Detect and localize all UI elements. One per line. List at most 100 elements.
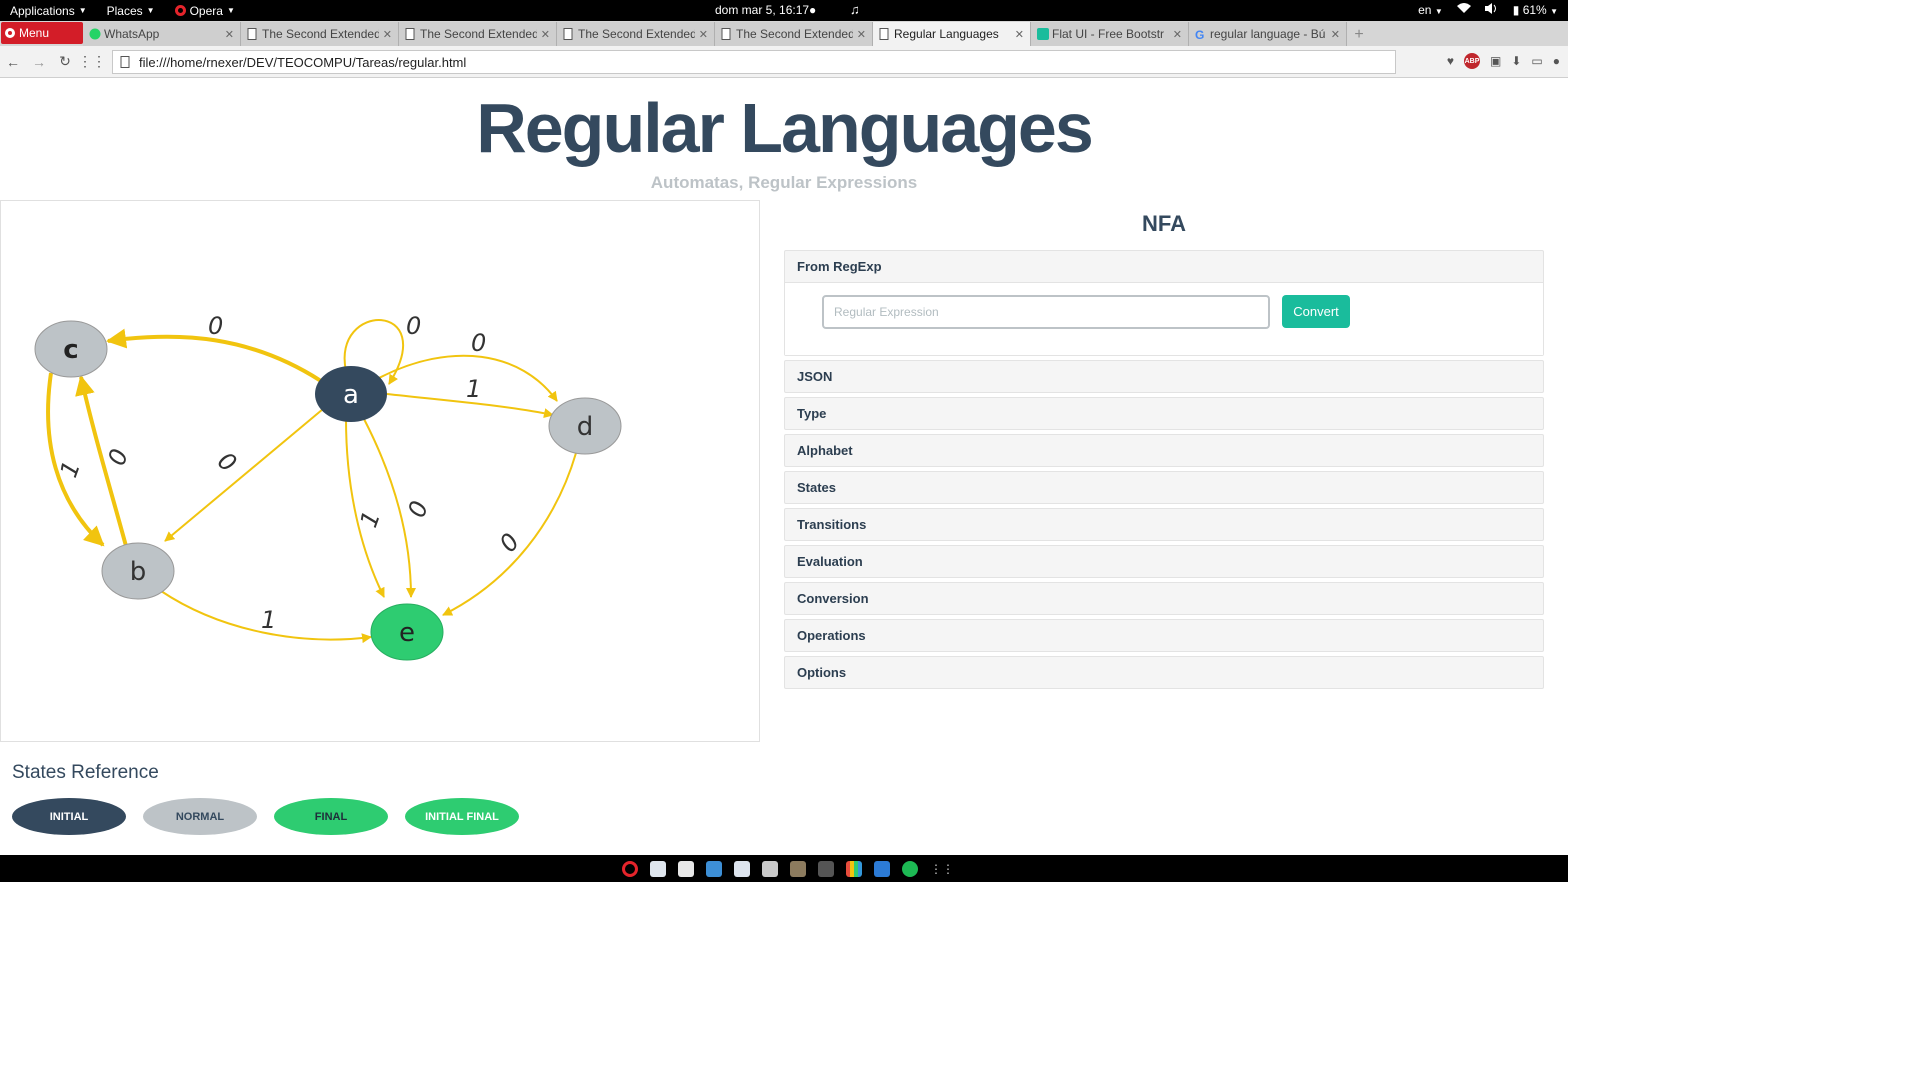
opera-icon[interactable] [622,860,638,877]
extension-icon[interactable]: ▣ [1490,54,1501,68]
edge-label-a-d-0: 0 [471,329,486,357]
page-info-icon[interactable] [120,56,130,71]
section-conversion: Conversion [784,582,1544,615]
tab-whatsapp[interactable]: WhatsApp ✕ [83,22,241,46]
archive-icon[interactable] [790,860,806,877]
nfa-accordion: From RegExp Convert JSON Type Alphabet S… [784,250,1544,693]
document-icon [247,28,258,40]
section-operations: Operations [784,619,1544,652]
tab-google-search[interactable]: G regular language - Bú ✕ [1189,22,1347,46]
tab-label: The Second Extended [736,27,853,41]
state-node-b[interactable]: b [101,542,175,600]
bottom-dock: ⋮⋮ [0,855,1568,882]
account-icon[interactable]: ● [1553,54,1560,68]
legend-initial-final: INITIAL FINAL [405,798,519,835]
edge-label-a-d-1: 1 [466,375,481,403]
section-header-evaluation[interactable]: Evaluation [785,546,1543,577]
close-icon[interactable]: ✕ [1331,28,1340,41]
upload-icon[interactable] [706,860,722,877]
opera-menu-button[interactable]: Menu [1,22,83,44]
wifi-icon[interactable] [1456,3,1471,17]
files-icon[interactable] [678,860,694,877]
section-header-from-regexp[interactable]: From RegExp [785,251,1543,282]
document-icon [405,28,416,40]
section-header-type[interactable]: Type [785,398,1543,429]
package-icon[interactable] [734,860,750,877]
tab-flat-ui[interactable]: Flat UI - Free Bootstr ✕ [1031,22,1189,46]
state-label-d: d [577,412,594,442]
app-grid-icon[interactable]: ⋮⋮ [930,861,954,877]
applications-menu[interactable]: Applications ▼ [0,4,97,18]
section-header-states[interactable]: States [785,472,1543,503]
document-icon [563,28,574,40]
section-type: Type [784,397,1544,430]
edge-a-c [106,328,323,383]
section-alphabet: Alphabet [784,434,1544,467]
speed-dial-icon[interactable]: ⋮⋮ [78,53,106,70]
section-from-regexp: From RegExp Convert [784,250,1544,356]
download-icon[interactable]: ⬇ [1511,54,1521,68]
tab-label: The Second Extended [420,27,537,41]
section-header-options[interactable]: Options [785,657,1543,688]
heart-icon[interactable]: ♥ [1447,54,1454,68]
battery-saver-icon[interactable]: ▭ [1531,54,1542,68]
close-icon[interactable]: ✕ [1173,28,1182,41]
section-header-conversion[interactable]: Conversion [785,583,1543,614]
flat-ui-icon [1037,28,1049,40]
page-subtitle: Automatas, Regular Expressions [650,173,918,192]
clock[interactable]: dom mar 5, 16:17● [715,3,816,17]
document-icon [879,28,890,40]
regex-input[interactable] [822,295,1270,329]
opera-app-menu[interactable]: Opera ▼ [165,4,245,18]
language-indicator[interactable]: en ▼ [1418,3,1443,17]
reload-icon[interactable]: ↻ [52,53,78,70]
tab-label: The Second Extended [262,27,379,41]
spotify-icon[interactable] [902,860,918,877]
chat-icon[interactable] [762,860,778,877]
forward-icon[interactable]: → [26,54,52,70]
state-node-d[interactable]: d [548,397,622,455]
tab-regular-languages[interactable]: Regular Languages ✕ [873,22,1031,46]
state-node-a[interactable]: a [315,366,387,422]
terminal-icon[interactable] [818,860,834,877]
close-icon[interactable]: ✕ [1015,28,1024,41]
opera-icon [174,5,186,16]
state-node-e[interactable]: e [370,603,444,661]
tab-ext2-3[interactable]: The Second Extended ✕ [557,22,715,46]
adblock-icon[interactable]: ABP [1464,53,1480,69]
tab-label: Flat UI - Free Bootstr [1052,27,1165,41]
section-header-operations[interactable]: Operations [785,620,1543,651]
applications-label: Applications [10,3,75,18]
close-icon[interactable]: ✕ [699,28,708,41]
opera-label: Opera [189,3,223,18]
close-icon[interactable]: ✕ [857,28,866,41]
volume-icon[interactable] [1484,3,1499,17]
state-label-b: b [130,557,147,587]
convert-button[interactable]: Convert [1282,295,1350,328]
back-icon[interactable]: ← [0,54,26,70]
state-label-a: a [343,380,359,410]
vscode-icon[interactable] [874,860,890,877]
places-menu[interactable]: Places ▼ [97,4,165,18]
url-text: file:///home/rnexer/DEV/TEOCOMPU/Tareas/… [139,54,467,70]
section-header-json[interactable]: JSON [785,361,1543,392]
tab-ext2-2[interactable]: The Second Extended ✕ [399,22,557,46]
tab-ext2-1[interactable]: The Second Extended ✕ [241,22,399,46]
edge-label-b-e: 1 [261,606,276,634]
close-icon[interactable]: ✕ [383,28,392,41]
section-header-alphabet[interactable]: Alphabet [785,435,1543,466]
section-header-transitions[interactable]: Transitions [785,509,1543,540]
battery-indicator[interactable]: ▮ 61% ▼ [1513,3,1558,17]
url-field[interactable]: file:///home/rnexer/DEV/TEOCOMPU/Tareas/… [112,50,1396,74]
edge-label-a-a: 0 [406,312,421,340]
text-editor-icon[interactable] [650,860,666,877]
chevron-down-icon: ▼ [1434,7,1443,16]
state-node-c[interactable]: c [34,320,108,378]
new-tab-button[interactable]: + [1347,24,1371,46]
menu-label: Menu [19,26,50,40]
close-icon[interactable]: ✕ [225,28,234,41]
color-picker-icon[interactable] [846,860,862,877]
tab-ext2-4[interactable]: The Second Extended ✕ [715,22,873,46]
close-icon[interactable]: ✕ [541,28,550,41]
music-icon[interactable]: ♫ [850,2,860,17]
